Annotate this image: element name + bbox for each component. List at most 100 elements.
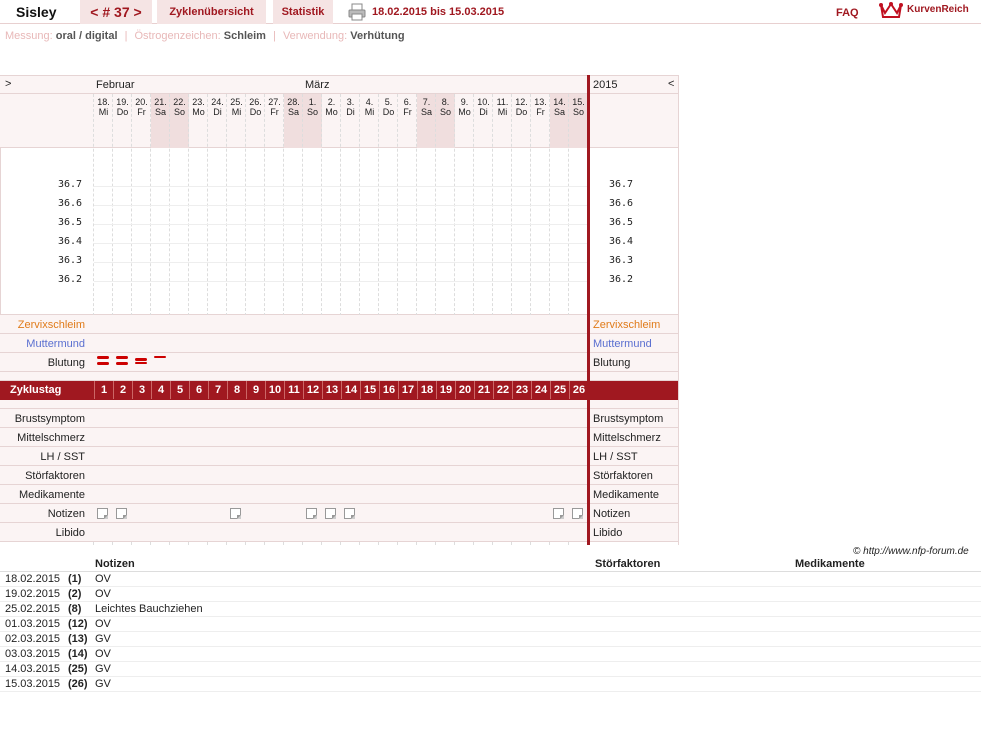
row-label: Notizen — [47, 508, 85, 520]
day-header-cell[interactable]: 26. Do — [246, 97, 265, 117]
day-header-cell[interactable]: 9. Mo — [455, 97, 474, 117]
day-header-cell[interactable]: 3. Di — [341, 97, 360, 117]
day-header-cell[interactable]: 10. Di — [474, 97, 493, 117]
note-icon[interactable] — [306, 508, 317, 519]
temp-label-right: 36.3 — [609, 255, 634, 266]
weekday: Di — [479, 107, 488, 117]
row-date: 15.03.2015 — [5, 678, 61, 690]
cycle-day-number: 11 — [284, 381, 303, 399]
weekday: So — [306, 107, 318, 117]
day-number: 12. — [515, 97, 528, 107]
day-header-cell[interactable]: 1. So — [303, 97, 322, 117]
row-date: 25.02.2015 — [5, 603, 61, 615]
note-icon[interactable] — [572, 508, 583, 519]
row-note: OV — [95, 648, 111, 660]
day-header-cell[interactable]: 13. Fr — [531, 97, 550, 117]
day-header-cell[interactable]: 20. Fr — [132, 97, 151, 117]
current-day-line — [587, 75, 590, 545]
day-header-cell[interactable]: 8. So — [436, 97, 455, 117]
day-header-cell[interactable]: 11. Mi — [493, 97, 512, 117]
note-icon[interactable] — [116, 508, 127, 519]
row-label: Störfaktoren — [25, 470, 85, 482]
day-number: 27. — [268, 97, 281, 107]
day-number: 3. — [346, 97, 355, 107]
cycle-day-number: 13 — [322, 381, 341, 399]
bleeding-mark — [154, 356, 166, 358]
day-header-cell[interactable]: 4. Mi — [360, 97, 379, 117]
info-row: Messung: oral / digital | Östrogenzeiche… — [5, 30, 405, 42]
day-header-cell[interactable]: 18. Mi — [94, 97, 113, 117]
row-os — [0, 334, 679, 353]
note-icon[interactable] — [344, 508, 355, 519]
faq-link[interactable]: FAQ — [836, 7, 859, 19]
day-header-cell[interactable]: 12. Do — [512, 97, 531, 117]
separator: | — [273, 30, 276, 42]
day-header-cell[interactable]: 24. Di — [208, 97, 227, 117]
right-arrow-button[interactable]: < — [668, 78, 674, 90]
table-row: 19.02.2015 (2) OV — [0, 587, 981, 602]
day-header-cell[interactable]: 15. So — [569, 97, 588, 117]
cycle-day-number: 15 — [360, 381, 379, 399]
left-arrow-button[interactable]: > — [5, 78, 11, 90]
note-icon[interactable] — [553, 508, 564, 519]
row-label: Libido — [55, 527, 85, 539]
row-label-os: Muttermund — [26, 338, 85, 350]
row-label-bleeding: Blutung — [47, 357, 85, 369]
day-header-cell[interactable]: 27. Fr — [265, 97, 284, 117]
tab-cycle-overview[interactable]: Zyklenübersicht — [157, 0, 266, 24]
weekday: Sa — [154, 107, 166, 117]
cycle-day-number: 7 — [208, 381, 227, 399]
cycle-day-number: 2 — [113, 381, 132, 399]
day-header-cell[interactable]: 19. Do — [113, 97, 132, 117]
day-header-cell[interactable]: 2. Mo — [322, 97, 341, 117]
temp-gridline — [94, 186, 588, 187]
day-header-cell[interactable]: 14. Sa — [550, 97, 569, 117]
weekday: Di — [346, 107, 355, 117]
cycle-day-number: 12 — [303, 381, 322, 399]
temp-gridline — [94, 262, 588, 263]
date-range: 18.02.2015 bis 15.03.2015 — [372, 6, 505, 18]
weekday: Mo — [192, 107, 205, 117]
weekday: Fr — [403, 107, 412, 117]
row-cycle-day: (13) — [68, 633, 88, 645]
tab-statistics[interactable]: Statistik — [273, 0, 333, 24]
weekday: Fr — [536, 107, 545, 117]
weekday: Mo — [325, 107, 338, 117]
cycle-number: # 37 — [102, 4, 130, 20]
day-header-cell[interactable]: 5. Do — [379, 97, 398, 117]
day-header-cell[interactable]: 22. So — [170, 97, 189, 117]
day-header-cell[interactable]: 6. Fr — [398, 97, 417, 117]
note-icon[interactable] — [97, 508, 108, 519]
day-header-cell[interactable]: 25. Mi — [227, 97, 246, 117]
user-name: Sisley — [16, 4, 57, 20]
row-label: Mittelschmerz — [17, 432, 85, 444]
crown-logo-icon[interactable] — [879, 1, 903, 21]
row-label: LH / SST — [40, 451, 85, 463]
weekday: Sa — [287, 107, 299, 117]
row-date: 19.02.2015 — [5, 588, 61, 600]
row-date: 02.03.2015 — [5, 633, 61, 645]
day-header-cell[interactable]: 28. Sa — [284, 97, 303, 117]
prev-cycle-button[interactable]: < — [90, 4, 98, 20]
month-label-feb: Februar — [96, 79, 135, 91]
note-icon[interactable] — [325, 508, 336, 519]
temp-label-left: 36.5 — [58, 217, 83, 228]
temp-label-right: 36.6 — [609, 198, 634, 209]
table-header: Notizen — [95, 558, 135, 570]
weekday: Do — [382, 107, 395, 117]
day-header-cell[interactable]: 23. Mo — [189, 97, 208, 117]
day-header-cell[interactable]: 21. Sa — [151, 97, 170, 117]
temp-gridline — [94, 281, 588, 282]
logo-text[interactable]: KurvenReich — [907, 4, 969, 15]
weekday: Do — [116, 107, 129, 117]
usage-value: Verhütung — [350, 30, 405, 42]
row-label-right-bleeding: Blutung — [593, 357, 631, 369]
table-row: 03.03.2015 (14) OV — [0, 647, 981, 662]
day-header-cell[interactable]: 7. Sa — [417, 97, 436, 117]
row-note: OV — [95, 588, 111, 600]
next-cycle-button[interactable]: > — [134, 4, 142, 20]
printer-icon[interactable] — [348, 3, 366, 21]
row-label-right: Medikamente — [593, 489, 660, 501]
note-icon[interactable] — [230, 508, 241, 519]
table-header: Störfaktoren — [595, 558, 661, 570]
